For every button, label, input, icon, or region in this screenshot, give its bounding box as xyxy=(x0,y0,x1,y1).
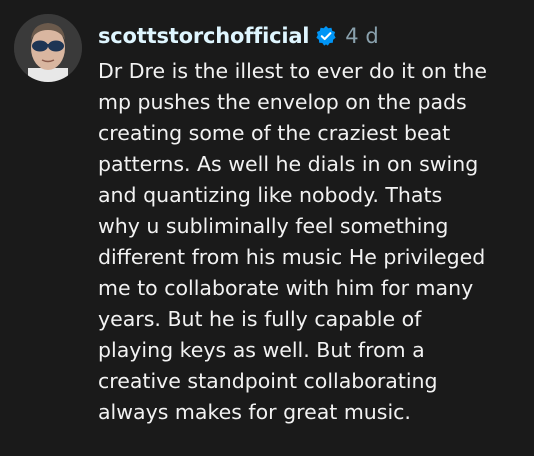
comment-text: Dr Dre is the illest to ever do it on th… xyxy=(98,56,528,428)
comment-line: playing keys as well. But from a xyxy=(98,338,425,362)
comment-line: always makes for great music. xyxy=(98,400,411,424)
comment-header: scottstorchofficial 4 d xyxy=(98,18,379,54)
avatar[interactable] xyxy=(14,14,82,82)
comment-line: why u subliminally feel something xyxy=(98,214,449,238)
comment-line: different from his music He privileged xyxy=(98,245,486,269)
username-link[interactable]: scottstorchofficial xyxy=(98,24,309,48)
avatar-image xyxy=(14,14,82,82)
comment-line: patterns. As well he dials in on swing xyxy=(98,152,479,176)
comment: scottstorchofficial 4 d Dr Dre is the il… xyxy=(0,0,534,456)
comment-line: and quantizing like nobody. Thats xyxy=(98,183,443,207)
comment-line: years. But he is fully capable of xyxy=(98,307,422,331)
comment-line: Dr Dre is the illest to ever do it on th… xyxy=(98,59,488,83)
comment-line: creating some of the craziest beat xyxy=(98,121,451,145)
comment-time: 4 d xyxy=(345,24,379,48)
comment-line: mp pushes the envelop on the pads xyxy=(98,90,467,114)
comment-line: creative standpoint collaborating xyxy=(98,369,438,393)
comment-line: me to collaborate with him for many xyxy=(98,276,474,300)
verified-badge-icon xyxy=(315,25,337,47)
